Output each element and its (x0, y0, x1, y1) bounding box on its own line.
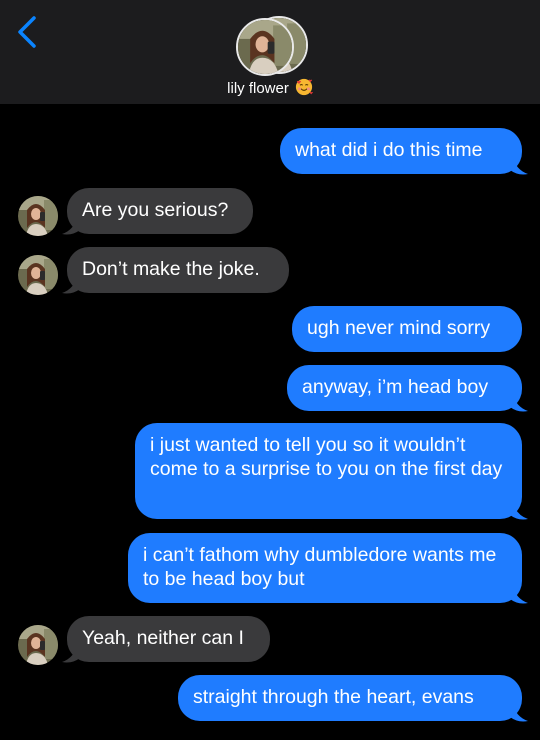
contact-info[interactable]: lily flower (0, 12, 540, 102)
bubble-tail (510, 703, 528, 722)
bubble-tail (62, 216, 80, 235)
bubble-tail (510, 501, 528, 520)
bubble-tail (62, 644, 80, 663)
message-text: i can’t fathom why dumbledore wants me t… (143, 544, 497, 590)
message-text: Yeah, neither can I (82, 627, 244, 649)
contact-name-row[interactable]: lily flower (0, 78, 540, 97)
message-bubble-sent[interactable]: i can’t fathom why dumbledore wants me t… (128, 533, 522, 603)
smiling-face-with-hearts-icon (295, 78, 313, 96)
message-bubble-sent[interactable]: what did i do this time (280, 128, 522, 174)
bubble-tail (62, 275, 80, 294)
contact-avatar-group[interactable] (236, 16, 308, 76)
message-text: ugh never mind sorry (307, 317, 491, 339)
message-text: Don’t make the joke. (82, 258, 260, 280)
message-bubble-sent[interactable]: anyway, i’m head boy (287, 365, 522, 411)
bubble-tail (510, 156, 528, 175)
message-bubble-sent[interactable]: ugh never mind sorry (292, 306, 522, 352)
message-text: i just wanted to tell you so it wouldn’t… (150, 434, 503, 480)
message-bubble-sent[interactable]: straight through the heart, evans (178, 675, 522, 721)
bubble-tail (510, 585, 528, 604)
message-bubble-received[interactable]: Don’t make the joke. (67, 247, 289, 293)
message-bubble-received[interactable]: Yeah, neither can I (67, 616, 270, 662)
message-text: anyway, i’m head boy (302, 376, 489, 398)
message-text: straight through the heart, evans (193, 686, 474, 708)
sender-avatar[interactable] (18, 625, 58, 665)
contact-name: lily flower (227, 80, 289, 97)
sender-avatar[interactable] (18, 255, 58, 295)
message-text: Are you serious? (82, 199, 229, 221)
contact-avatar (236, 18, 294, 76)
message-bubble-sent[interactable]: i just wanted to tell you so it wouldn’t… (135, 423, 522, 519)
bubble-tail (510, 393, 528, 412)
message-bubble-received[interactable]: Are you serious? (67, 188, 253, 234)
sender-avatar[interactable] (18, 196, 58, 236)
chat-header: lily flower (0, 0, 540, 104)
message-text: what did i do this time (295, 139, 483, 161)
